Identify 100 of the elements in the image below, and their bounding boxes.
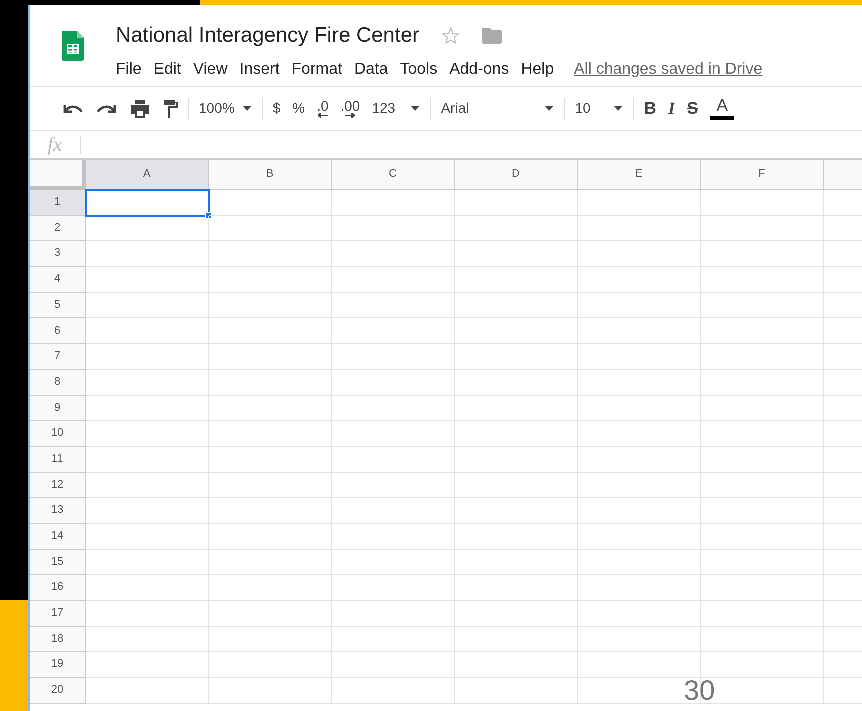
table-cell[interactable] (701, 575, 824, 601)
table-cell[interactable] (701, 318, 824, 344)
table-cell[interactable] (209, 472, 332, 498)
document-title[interactable]: National Interagency Fire Center (116, 20, 420, 52)
dropdown-button[interactable]: 123 (366, 94, 426, 122)
row-header[interactable]: 2 (30, 216, 86, 242)
table-cell[interactable] (209, 370, 332, 396)
table-cell[interactable] (209, 601, 332, 627)
table-cell[interactable] (578, 216, 701, 242)
table-cell[interactable] (455, 421, 578, 447)
table-cell[interactable] (578, 318, 701, 344)
table-cell[interactable] (332, 524, 455, 550)
dropdown-button[interactable]: Arial (435, 94, 560, 122)
star-icon[interactable] (442, 26, 460, 45)
table-cell[interactable] (455, 498, 578, 524)
table-cell[interactable] (701, 190, 824, 216)
table-cell[interactable] (578, 626, 701, 652)
table-cell[interactable] (86, 524, 209, 550)
table-cell[interactable] (332, 472, 455, 498)
row-header[interactable]: 7 (30, 344, 86, 370)
table-cell[interactable] (86, 421, 209, 447)
column-header[interactable]: C (332, 160, 455, 190)
table-cell[interactable] (455, 241, 578, 268)
table-cell[interactable] (701, 652, 824, 678)
row-header[interactable]: 3 (30, 241, 86, 268)
table-cell[interactable] (455, 575, 578, 601)
table-cell[interactable] (578, 550, 701, 576)
row-header[interactable]: 18 (30, 626, 86, 652)
table-cell[interactable] (86, 318, 209, 344)
table-cell[interactable] (332, 370, 455, 396)
table-cell[interactable] (209, 396, 332, 422)
table-cell[interactable] (209, 216, 332, 242)
table-cell[interactable] (86, 267, 209, 293)
bold-button[interactable]: B (638, 94, 662, 122)
table-cell[interactable] (701, 498, 824, 524)
table-cell[interactable] (332, 396, 455, 422)
table-cell[interactable] (332, 216, 455, 242)
table-cell[interactable] (86, 550, 209, 576)
table-cell[interactable] (209, 626, 332, 652)
menu-item[interactable]: Format (286, 58, 348, 82)
table-cell[interactable] (578, 421, 701, 447)
table-cell[interactable] (332, 292, 455, 318)
table-cell[interactable] (455, 446, 578, 473)
row-header[interactable]: 12 (30, 472, 86, 498)
table-cell[interactable] (86, 601, 209, 627)
table-cell[interactable] (455, 652, 578, 678)
column-header[interactable]: D (455, 160, 578, 190)
row-header[interactable]: 19 (30, 652, 86, 678)
table-cell[interactable] (332, 678, 455, 704)
menu-item[interactable]: View (187, 58, 234, 82)
table-cell[interactable] (455, 550, 578, 576)
table-cell[interactable] (578, 472, 701, 498)
row-header[interactable]: 10 (30, 421, 86, 447)
table-cell[interactable] (86, 216, 209, 242)
table-cell[interactable] (455, 472, 578, 498)
table-cell[interactable] (332, 498, 455, 524)
table-cell[interactable] (578, 652, 701, 678)
table-cell[interactable] (332, 190, 455, 216)
menu-item[interactable]: Help (515, 58, 560, 82)
table-cell[interactable] (578, 190, 701, 216)
menu-item[interactable]: Edit (148, 58, 188, 82)
row-header[interactable]: 8 (30, 370, 86, 396)
menu-item[interactable]: Data (348, 58, 394, 82)
table-cell[interactable] (578, 241, 701, 268)
table-cell[interactable] (701, 241, 824, 268)
row-header[interactable]: 4 (30, 267, 86, 293)
decimal-button[interactable]: .00 (334, 94, 366, 122)
table-cell[interactable] (701, 626, 824, 652)
format-button[interactable]: % (286, 94, 312, 122)
table-cell[interactable] (701, 421, 824, 447)
table-cell[interactable] (332, 241, 455, 268)
table-cell[interactable] (701, 216, 824, 242)
table-cell[interactable] (209, 524, 332, 550)
table-cell[interactable] (332, 318, 455, 344)
table-cell[interactable] (578, 446, 701, 473)
table-cell[interactable] (455, 626, 578, 652)
table-cell[interactable] (701, 524, 824, 550)
table-cell[interactable] (209, 652, 332, 678)
row-header[interactable]: 16 (30, 575, 86, 601)
table-cell[interactable] (578, 498, 701, 524)
column-header[interactable]: E (578, 160, 701, 190)
row-header[interactable]: 6 (30, 318, 86, 344)
column-header[interactable]: A (86, 160, 209, 190)
table-cell[interactable] (578, 267, 701, 293)
table-cell[interactable] (578, 396, 701, 422)
table-cell[interactable] (578, 575, 701, 601)
table-cell[interactable] (86, 498, 209, 524)
dropdown-button[interactable]: 100% (193, 94, 258, 122)
menu-item[interactable]: Add-ons (444, 58, 516, 82)
table-cell[interactable] (332, 344, 455, 370)
table-cell[interactable] (455, 292, 578, 318)
row-header[interactable]: 11 (30, 446, 86, 473)
table-cell[interactable] (209, 190, 332, 216)
table-cell[interactable] (86, 472, 209, 498)
table-cell[interactable] (332, 267, 455, 293)
table-cell[interactable] (86, 344, 209, 370)
decimal-button[interactable]: .0 (311, 94, 335, 122)
table-cell[interactable] (86, 652, 209, 678)
row-header[interactable]: 9 (30, 396, 86, 422)
row-header[interactable]: 20 (30, 678, 86, 704)
